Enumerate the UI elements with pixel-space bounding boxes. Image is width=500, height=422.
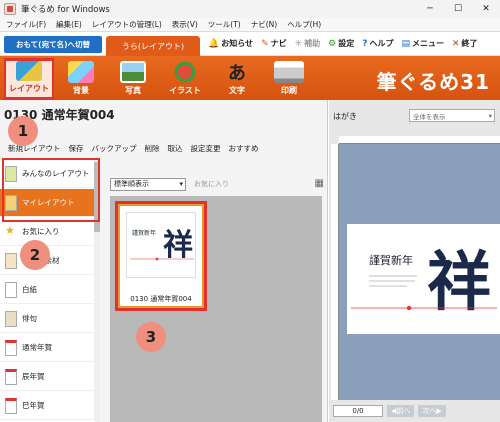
layout-side-tab[interactable]: うら(レイアウト) [106, 36, 200, 56]
sidebar-item-haiku[interactable]: 俳句 [0, 305, 98, 333]
callout-badge: 3 [136, 322, 166, 352]
app-icon [4, 3, 16, 15]
delete-button[interactable]: 削除 [145, 143, 160, 154]
layout-pane: 0130 通常年賀004 新規レイアウト 保存 バックアップ 削除 取込 設定変… [0, 100, 328, 422]
blank-page-icon [5, 281, 17, 298]
favorites-filter[interactable]: お気に入り [194, 179, 229, 189]
menu-navi[interactable]: ナビ(N) [251, 19, 277, 30]
pencil-icon: ✎ [261, 38, 269, 49]
svg-text:祥: 祥 [163, 228, 193, 263]
ribbon-photo-button[interactable]: 写真 [108, 59, 158, 99]
help-icon: ? [362, 38, 368, 49]
preview-label: はがき [333, 112, 357, 121]
haiku-icon [5, 310, 17, 327]
notice-link[interactable]: 🔔 お知らせ [208, 38, 253, 49]
sidebar-item-blank[interactable]: 白紙 [0, 276, 98, 304]
navi-link[interactable]: ✎ ナビ [261, 38, 287, 49]
ribbon-illustration-button[interactable]: イラスト [160, 59, 210, 99]
menu-tools[interactable]: ツール(T) [208, 19, 241, 30]
backup-button[interactable]: バックアップ [92, 143, 137, 154]
callout-badge: 2 [20, 240, 50, 270]
bell-icon: 🔔 [208, 38, 220, 49]
menu-file[interactable]: ファイル(F) [6, 19, 46, 30]
gear-icon: ⚙ [328, 38, 337, 49]
newyear-card-icon [5, 368, 17, 385]
svg-text:謹賀新年: 謹賀新年 [132, 229, 156, 237]
star-icon: ★ [5, 223, 17, 240]
newyear-card-icon [5, 339, 17, 356]
helper-link[interactable]: ✳ 補助 [295, 38, 321, 49]
layout-gallery: 謹賀新年 祥 0130 通常年賀004 [110, 196, 322, 422]
card-artwork: 謹賀新年 祥 [130, 228, 194, 263]
title-bar: 筆ぐるめ for Windows ─ ☐ ✕ [0, 0, 500, 18]
prev-page-button[interactable]: ◀ 前へ [387, 405, 415, 417]
svg-text:祥: 祥 [427, 245, 491, 320]
close-window-button[interactable]: ✕ [472, 0, 500, 18]
menu-icon: ▤ [401, 38, 410, 49]
postcard-artwork: 謹賀新年 祥 [351, 245, 497, 320]
grid-view-icon[interactable]: ▦ [315, 178, 324, 189]
thumbnail-caption: 0130 通常年賀004 [130, 295, 192, 303]
close-icon: ✕ [451, 38, 460, 49]
sidebar-item-snake-year[interactable]: 巳年賀 [0, 392, 98, 420]
printer-icon [274, 61, 304, 83]
menu-edit[interactable]: 編集(E) [56, 19, 82, 30]
gallery-header: 標準順表示 お気に入り ▦ [110, 176, 324, 192]
svg-text:謹賀新年: 謹賀新年 [369, 253, 413, 267]
settings-change-button[interactable]: 設定変更 [191, 143, 221, 154]
helper-icon: ✳ [294, 38, 303, 49]
menu-layout-manage[interactable]: レイアウトの管理(L) [92, 19, 162, 30]
settings-link[interactable]: ⚙ 設定 [328, 38, 354, 49]
save-button[interactable]: 保存 [69, 143, 84, 154]
preview-pane: はがき 全体を表示 謹賀新年 祥 0/0 ◀前へ 次へ▶ [329, 100, 500, 422]
highlight-box-layout [4, 58, 54, 100]
menu-help[interactable]: ヘルプ(H) [287, 19, 321, 30]
help-link[interactable]: ? ヘルプ [362, 38, 393, 49]
newyear-card-icon [5, 397, 17, 414]
ribbon-text-button[interactable]: あ 文字 [212, 59, 262, 99]
window-title: 筆ぐるめ for Windows [21, 5, 110, 15]
background-icon [68, 61, 94, 83]
menu-bar: ファイル(F) 編集(E) レイアウトの管理(L) 表示(V) ツール(T) ナ… [0, 18, 500, 32]
highlight-box-sidebar [2, 158, 100, 222]
sidebar-item-dragon-year[interactable]: 辰年賀 [0, 363, 98, 391]
page-navigator: 0/0 ◀ 前へ 次へ ▶ [333, 404, 498, 418]
layout-thumbnail[interactable]: 謹賀新年 祥 0130 通常年賀004 [118, 204, 204, 308]
photo-icon [120, 61, 146, 83]
ruler-vertical [331, 144, 339, 400]
zoom-select[interactable]: 全体を表示 [409, 109, 495, 122]
import-button[interactable]: 取込 [168, 143, 183, 154]
callout-badge: 1 [8, 116, 38, 146]
ribbon-background-button[interactable]: 背景 [56, 59, 106, 99]
toolbar-links: 🔔 お知らせ ✎ ナビ ✳ 補助 ⚙ 設定 ? ヘルプ ▤ メニュー ✕ 終了 [208, 38, 486, 49]
next-page-button[interactable]: 次へ ▶ [418, 405, 446, 417]
minimize-button[interactable]: ─ [416, 0, 444, 18]
exit-link[interactable]: ✕ 終了 [452, 38, 478, 49]
ribbon-print-button[interactable]: 印刷 [264, 59, 314, 99]
card-preview: 謹賀新年 祥 [126, 212, 196, 278]
page-indicator: 0/0 [333, 405, 383, 417]
switch-to-address-tab[interactable]: おもて(宛て名)へ切替 [4, 36, 102, 53]
text-icon: あ [228, 63, 246, 84]
main-ribbon: レイアウト 背景 写真 イラスト あ 文字 印刷 筆ぐるめ31 [0, 56, 500, 100]
postcard-icon [5, 252, 17, 269]
menu-view[interactable]: 表示(V) [172, 19, 198, 30]
menu-link[interactable]: ▤ メニュー [401, 38, 444, 49]
maximize-button[interactable]: ☐ [444, 0, 472, 18]
sort-select[interactable]: 標準順表示 [110, 177, 186, 191]
sidebar-item-favorites[interactable]: ★ お気に入り [0, 218, 98, 246]
ruler-horizontal [339, 136, 500, 144]
brand-logo: 筆ぐるめ31 [376, 70, 490, 94]
recommended-button[interactable]: おすすめ [229, 143, 259, 154]
sidebar-item-regular-newyear[interactable]: 通常年賀 [0, 334, 98, 362]
mode-bar: おもて(宛て名)へ切替 うら(レイアウト) 🔔 お知らせ ✎ ナビ ✳ 補助 ⚙ 設定 … [0, 32, 500, 56]
command-bar: 新規レイアウト 保存 バックアップ 削除 取込 設定変更 おすすめ [0, 140, 328, 156]
window-controls: ─ ☐ ✕ [416, 0, 500, 18]
postcard-preview: 謹賀新年 祥 [347, 224, 500, 334]
illustration-icon [172, 61, 198, 83]
